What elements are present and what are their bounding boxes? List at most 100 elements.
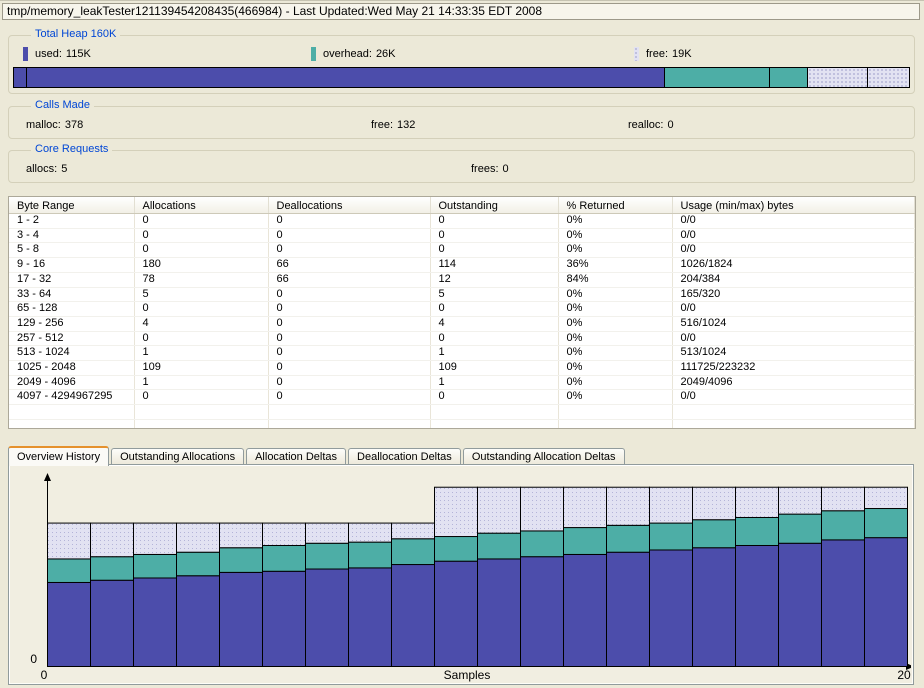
history-bar-used — [650, 550, 693, 667]
y-axis-tick-0: 0 — [30, 652, 37, 666]
table-cell: 0% — [558, 346, 672, 361]
history-bar-free — [736, 487, 779, 517]
overhead-swatch-icon — [311, 47, 316, 61]
history-bar-overhead — [779, 514, 822, 543]
history-bar-free — [134, 523, 177, 554]
table-cell: 0 — [134, 390, 268, 405]
table-cell: 516/1024 — [672, 316, 915, 331]
table-row[interactable]: 1025 - 204810901090%111725/223232 — [9, 361, 915, 376]
table-cell: 0 — [134, 243, 268, 258]
table-cell: 65 - 128 — [9, 302, 134, 317]
history-bar-free — [48, 523, 91, 559]
history-bar-free — [349, 523, 392, 542]
x-axis-tick-0: 0 — [41, 668, 48, 682]
history-bar-used — [48, 582, 91, 666]
table-cell: 2049/4096 — [672, 375, 915, 390]
table-cell: 0 — [268, 375, 430, 390]
table-row[interactable]: 1 - 20000%0/0 — [9, 214, 915, 229]
legend-item-free: free:19K — [634, 47, 692, 61]
table-cell: 257 - 512 — [9, 331, 134, 346]
table-cell: 0 — [268, 346, 430, 361]
column-header-usage-min-max-bytes[interactable]: Usage (min/max) bytes — [672, 197, 915, 214]
table-cell: 12 — [430, 272, 558, 287]
history-bar-used — [306, 569, 349, 666]
table-cell: 513 - 1024 — [9, 346, 134, 361]
table-cell: 5 — [134, 287, 268, 302]
table-cell: 4097 - 4294967295 — [9, 390, 134, 405]
table-row[interactable]: 33 - 645050%165/320 — [9, 287, 915, 302]
heap-bar-segment-overhead — [770, 68, 808, 87]
memory-profiler-window: { "window": { "title": "tmp/memory_leakT… — [0, 0, 924, 688]
table-cell: 0 — [134, 331, 268, 346]
history-bar-free — [693, 487, 736, 519]
table-cell: 0 — [268, 361, 430, 376]
stat-malloc: malloc:378 — [26, 119, 83, 131]
heap-usage-bar — [13, 67, 910, 88]
table-cell: 0 — [268, 390, 430, 405]
table-cell: 109 — [430, 361, 558, 376]
history-bar-overhead — [91, 557, 134, 581]
table-cell: 0 — [430, 302, 558, 317]
column-header-allocations[interactable]: Allocations — [134, 197, 268, 214]
table-cell: 0 — [430, 228, 558, 243]
history-bar-used — [349, 568, 392, 667]
table-cell — [9, 419, 134, 429]
table-cell: 4 — [430, 316, 558, 331]
table-cell — [672, 405, 915, 420]
history-bar-used — [435, 561, 478, 666]
table-row[interactable]: 3 - 40000%0/0 — [9, 228, 915, 243]
table-cell: 0 — [134, 214, 268, 229]
history-bar-free — [650, 487, 693, 523]
table-row[interactable]: 2049 - 40961010%2049/4096 — [9, 375, 915, 390]
tab-allocation-deltas[interactable]: Allocation Deltas — [246, 448, 346, 465]
table-row[interactable]: 513 - 10241010%513/1024 — [9, 346, 915, 361]
column-header-byte-range[interactable]: Byte Range — [9, 197, 134, 214]
table-cell: 0 — [430, 214, 558, 229]
tab-overview-history[interactable]: Overview History — [8, 446, 109, 466]
history-bar-free — [263, 523, 306, 545]
table-row[interactable]: 65 - 1280000%0/0 — [9, 302, 915, 317]
window-title-bar: tmp/memory_leakTester121139454208435(466… — [2, 3, 920, 20]
column-header-deallocations[interactable]: Deallocations — [268, 197, 430, 214]
table-cell: 1 - 2 — [9, 214, 134, 229]
table-cell: 204/384 — [672, 272, 915, 287]
table-cell: 0% — [558, 361, 672, 376]
table-cell: 109 — [134, 361, 268, 376]
table-cell: 0 — [134, 302, 268, 317]
column-header-outstanding[interactable]: Outstanding — [430, 197, 558, 214]
table-row[interactable]: 4097 - 42949672950000%0/0 — [9, 390, 915, 405]
stat-allocs-label: allocs: — [26, 163, 57, 175]
column-header-returned[interactable]: % Returned — [558, 197, 672, 214]
table-cell: 1 — [430, 375, 558, 390]
history-bar-used — [263, 571, 306, 666]
table-cell — [268, 405, 430, 420]
calls-made-caption: Calls Made — [31, 99, 94, 111]
total-heap-caption: Total Heap 160K — [31, 28, 120, 40]
table-row[interactable]: 9 - 161806611436%1026/1824 — [9, 258, 915, 273]
table-row[interactable]: 129 - 2564040%516/1024 — [9, 316, 915, 331]
table-cell — [672, 419, 915, 429]
table-cell: 0 — [268, 287, 430, 302]
history-bar-overhead — [650, 523, 693, 550]
table-cell: 2049 - 4096 — [9, 375, 134, 390]
table-cell: 78 — [134, 272, 268, 287]
history-bar-used — [220, 572, 263, 666]
history-bar-free — [91, 523, 134, 557]
table-row[interactable]: 17 - 3278661284%204/384 — [9, 272, 915, 287]
stat-frees: frees:0 — [471, 163, 509, 175]
table-cell: 1 — [134, 346, 268, 361]
table-cell: 129 - 256 — [9, 316, 134, 331]
table-cell: 0 — [268, 228, 430, 243]
history-bar-overhead — [865, 509, 908, 538]
table-row[interactable]: 257 - 5120000%0/0 — [9, 331, 915, 346]
history-bar-overhead — [392, 539, 435, 565]
legend-used-value: 115K — [66, 48, 91, 60]
history-bar-free — [435, 487, 478, 536]
tab-outstanding-allocations[interactable]: Outstanding Allocations — [111, 448, 244, 465]
tab-outstanding-allocation-deltas[interactable]: Outstanding Allocation Deltas — [463, 448, 625, 465]
table-cell: 3 - 4 — [9, 228, 134, 243]
tab-deallocation-deltas[interactable]: Deallocation Deltas — [348, 448, 461, 465]
table-row[interactable]: 5 - 80000%0/0 — [9, 243, 915, 258]
table-cell: 0% — [558, 243, 672, 258]
history-bar-free — [564, 487, 607, 527]
